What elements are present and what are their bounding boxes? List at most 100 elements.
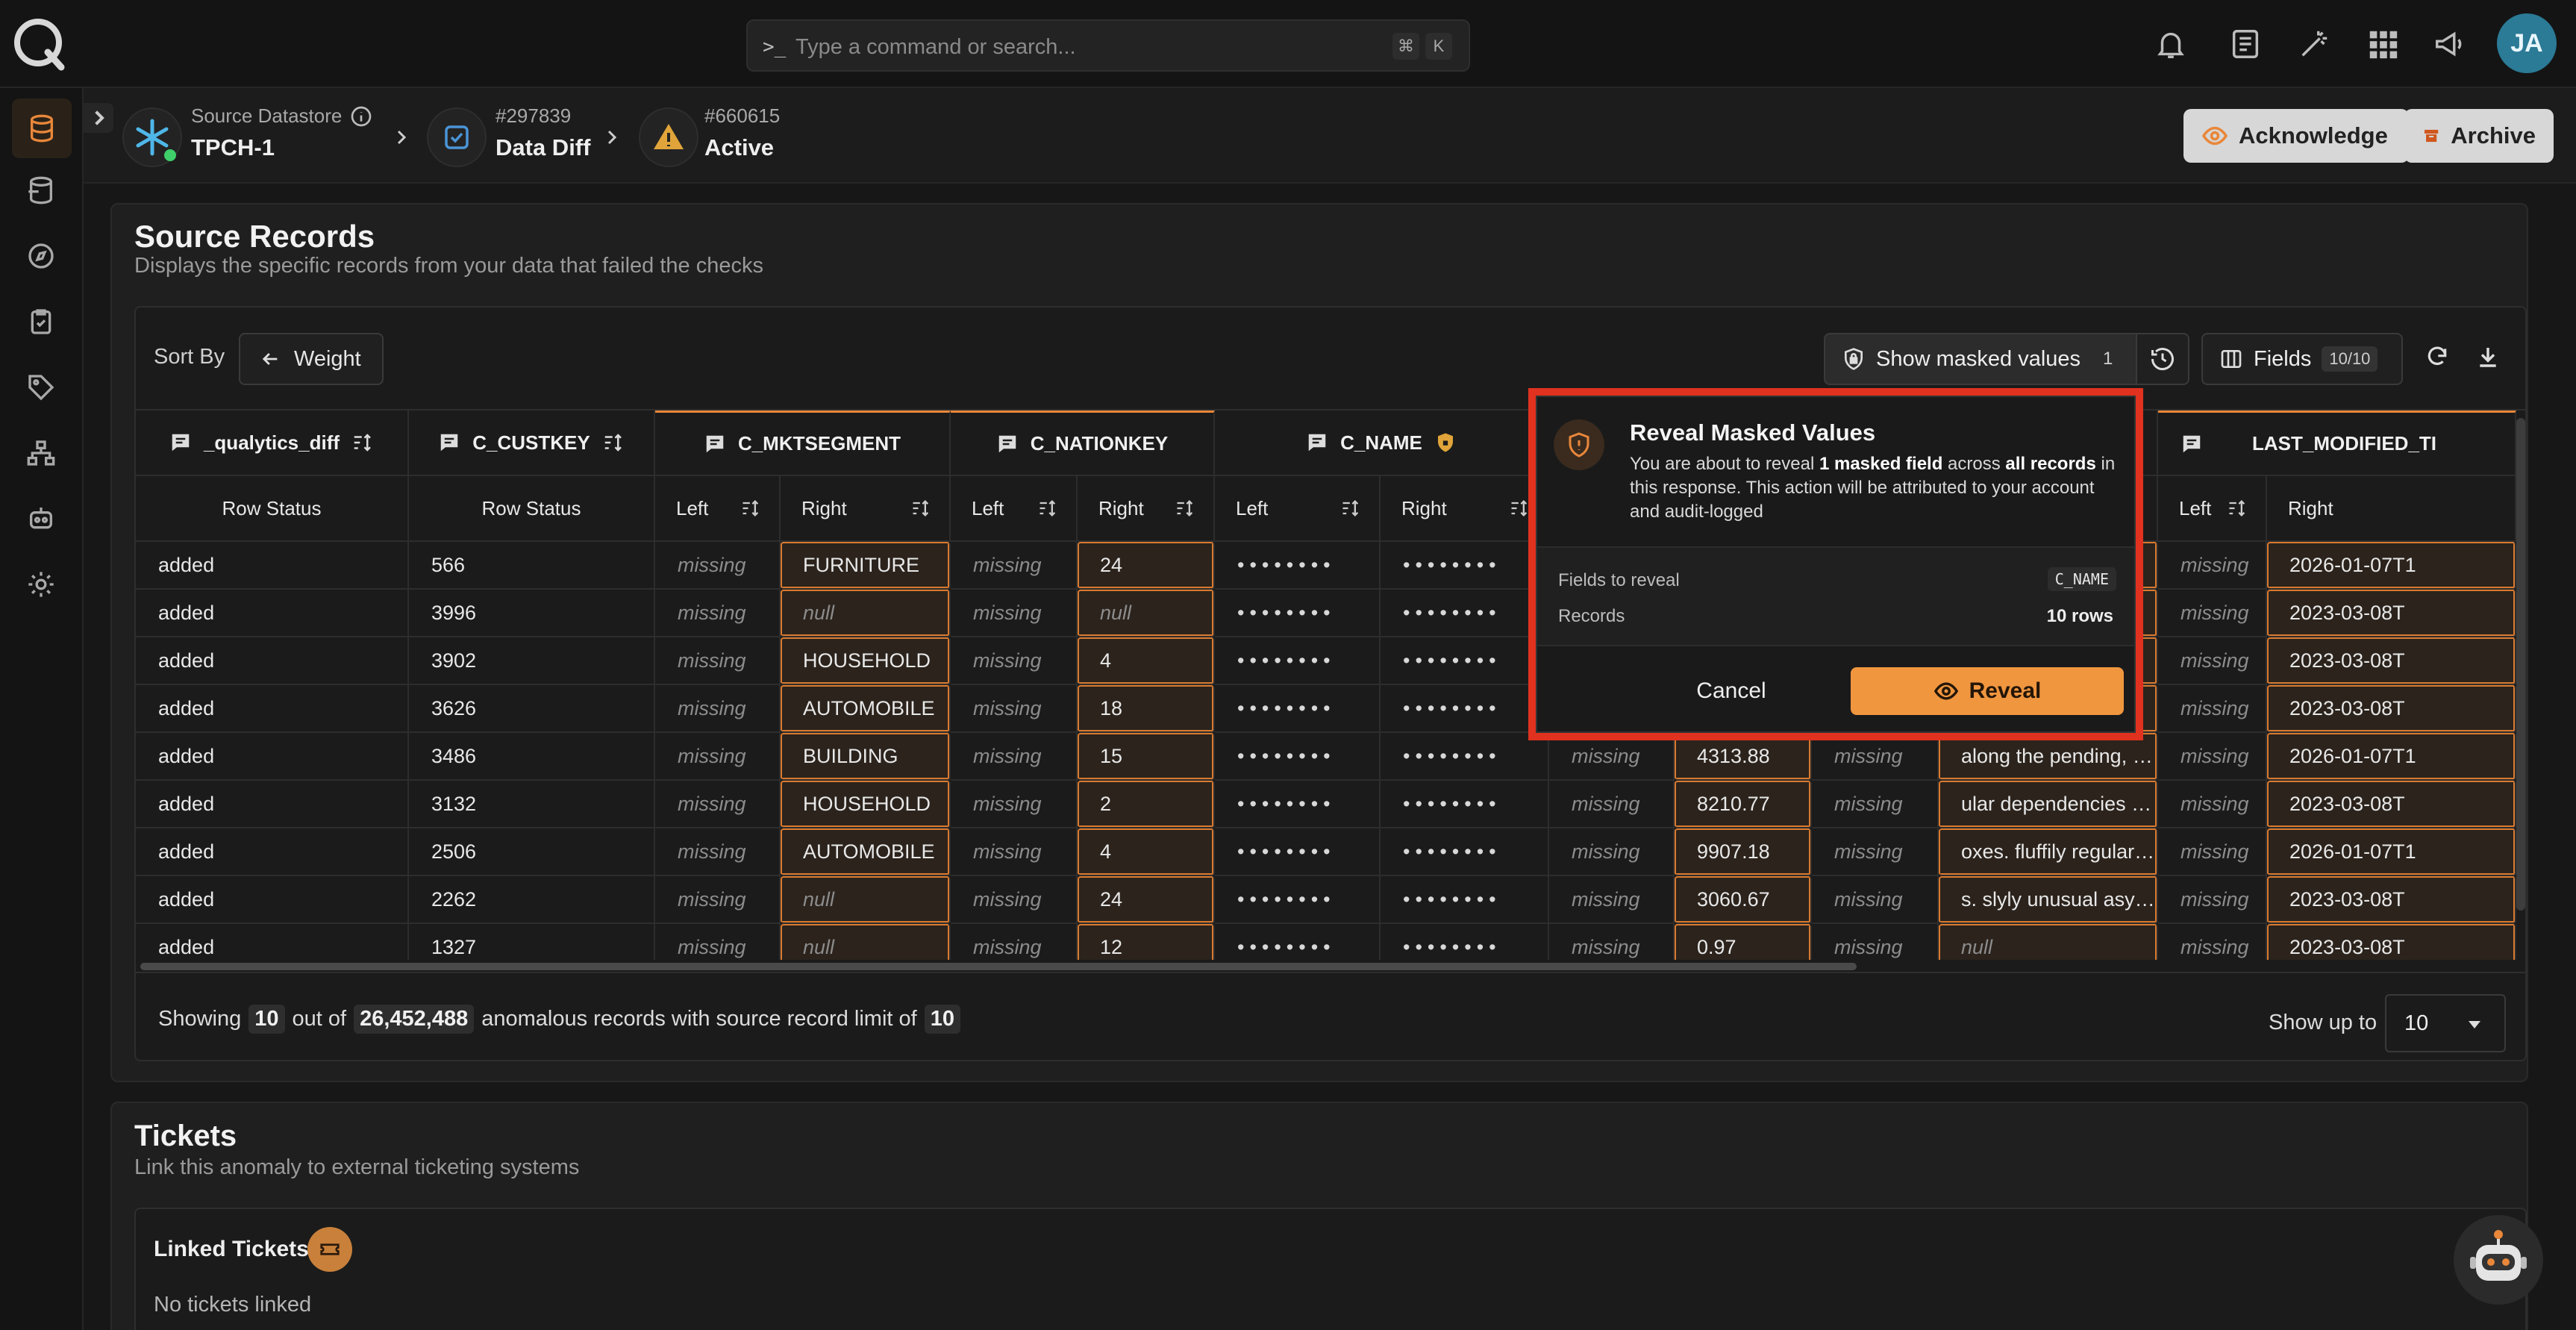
records-label: Records [1558,606,1625,626]
subheader-right[interactable]: Right [1078,476,1215,542]
table-cell: missing [951,876,1078,924]
sidebar-item-tags[interactable] [22,369,60,406]
vertical-scrollbar[interactable] [2515,410,2525,963]
table-cell: missing [655,637,781,685]
app-logo[interactable] [10,15,69,73]
table-cell: added [136,637,409,685]
megaphone-icon[interactable] [2433,27,2467,61]
anomaly-id: #660615 [704,104,781,127]
show-up-to-select[interactable]: 10 [2385,994,2506,1052]
table-cell: •••••••• [1381,685,1549,733]
comment-icon [1308,434,1326,452]
bell-icon[interactable] [2154,27,2188,61]
modal-details: Fields to reveal C_NAME Records 10 rows [1537,548,2134,645]
table-cell: oxes. fluffily regular escap... [1939,828,2158,876]
ticket-icon[interactable] [307,1227,352,1272]
subheader-left[interactable]: Left [1215,476,1381,542]
linked-tickets-panel [134,1208,2527,1330]
sidebar-item-agents[interactable] [22,500,60,537]
table-cell: 2023-03-08T [2267,590,2516,637]
subheader-right[interactable]: Right [781,476,951,542]
sidebar-item-settings[interactable] [22,566,60,603]
table-cell: AUTOMOBILE [781,828,951,876]
column-header-c-nationkey[interactable]: C_NATIONKEY [951,410,1215,476]
history-button[interactable] [2136,333,2189,385]
table-cell: •••••••• [1381,590,1549,637]
column-header-c-name[interactable]: C_NAME [1215,410,1549,476]
linked-tickets-label: Linked Tickets [154,1237,309,1261]
subheader-right[interactable]: Right [1381,476,1549,542]
source-records-table: Sort By Weight Show masked values 1 Fiel… [134,306,2527,1061]
archive-button[interactable]: Archive [2404,109,2554,163]
cancel-button[interactable]: Cancel [1627,667,1836,715]
table-cell: HOUSEHOLD [781,637,951,685]
table-cell: missing [2158,828,2267,876]
table-cell: missing [1549,828,1675,876]
column-header-qualytics-diff[interactable]: _qualytics_diff [136,410,409,476]
sidebar-item-explore[interactable] [22,237,60,275]
table-cell: 2023-03-08T [2267,781,2516,828]
download-icon[interactable] [2476,345,2503,372]
sidebar-item-checks[interactable] [22,303,60,340]
sort-icon [1342,500,1359,516]
scrollbar-thumb[interactable] [2516,418,2525,911]
table-cell: 3902 [409,637,655,685]
archive-icon [2425,129,2439,143]
column-header-c-mktsegment[interactable]: C_MKTSEGMENT [655,410,951,476]
subheader-row-status: Row Status [409,476,655,542]
subheader-right[interactable]: Right [2267,476,2516,542]
sidebar-expand-button[interactable] [84,103,113,133]
subheader-left[interactable]: Left [655,476,781,542]
table-cell: missing [655,828,781,876]
summary-text: anomalous records with source record lim… [481,1007,917,1031]
source-records-subtitle: Displays the specific records from your … [134,254,763,278]
document-icon[interactable] [2228,27,2263,61]
hierarchy-icon [27,440,55,466]
table-cell: 9907.18 [1675,828,1812,876]
table-cell: missing [655,733,781,781]
subheader-left[interactable]: Left [951,476,1078,542]
column-header-c-custkey[interactable]: C_CUSTKEY [409,410,655,476]
column-header-last-modified[interactable]: LAST_MODIFIED_TI [2158,410,2516,476]
table-cell: missing [655,876,781,924]
sidebar-item-enrichment[interactable] [22,172,60,209]
datastore-name[interactable]: TPCH-1 [191,134,275,161]
table-cell: 15 [1078,733,1215,781]
subheader-left[interactable]: Left [2158,476,2267,542]
acknowledge-button[interactable]: Acknowledge [2183,109,2409,163]
compass-icon [28,243,54,269]
table-cell: 2026-01-07T1 [2267,542,2516,590]
magic-wand-icon[interactable] [2297,27,2331,61]
apps-grid-icon[interactable] [2366,27,2400,61]
command-search-input[interactable]: >_ Type a command or search... ⌘ K [746,19,1470,72]
refresh-icon[interactable] [2425,345,2452,372]
masked-shield-icon [1437,433,1453,452]
assistant-bot-button[interactable] [2454,1215,2543,1305]
table-cell: 24 [1078,876,1215,924]
check-name[interactable]: Data Diff [495,134,590,161]
table-cell: •••••••• [1215,828,1381,876]
info-icon[interactable] [349,104,373,128]
gear-icon [28,572,54,597]
table-cell: •••••••• [1381,876,1549,924]
sidebar-item-flows[interactable] [22,434,60,472]
table-cell: missing [951,781,1078,828]
chevron-right-icon [393,128,410,146]
table-cell: 3132 [409,781,655,828]
table-cell: •••••••• [1215,590,1381,637]
breadcrumb: Source Datastore TPCH-1 #297839 Data Dif… [84,88,2576,184]
tickets-subtitle: Link this anomaly to external ticketing … [134,1155,580,1179]
reveal-button[interactable]: Reveal [1851,667,2124,715]
table-cell: •••••••• [1215,781,1381,828]
fields-count: 10/10 [2322,346,2378,372]
show-masked-values-button[interactable]: Show masked values 1 [1824,333,2137,385]
sort-icon [743,500,759,516]
table-cell: added [136,876,409,924]
sort-icon [1177,500,1193,516]
shield-lock-icon [1845,348,1863,370]
scrollbar-thumb[interactable] [140,963,1857,970]
sort-weight-button[interactable]: Weight [239,333,384,385]
user-avatar[interactable]: JA [2497,13,2557,73]
fields-button[interactable]: Fields 10/10 [2201,333,2403,385]
sidebar-item-datastores[interactable] [12,99,72,158]
